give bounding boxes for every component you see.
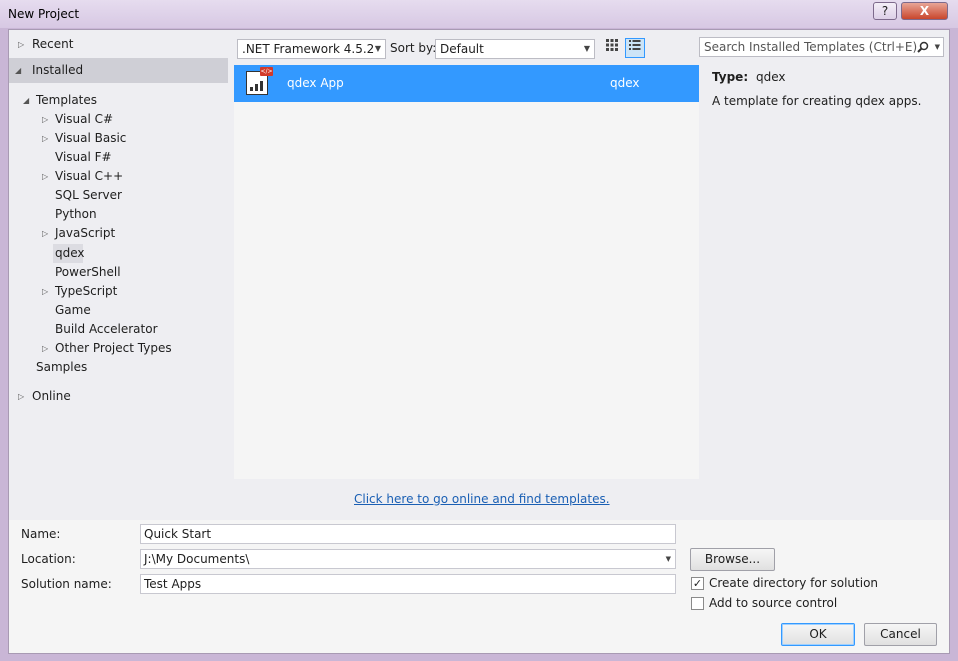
grid-view-icon — [606, 39, 618, 51]
name-field[interactable]: Quick Start — [140, 524, 676, 544]
expand-icon[interactable]: ▷ — [18, 387, 24, 406]
project-form: Name: Quick Start Location: J:\My Docume… — [9, 520, 949, 653]
list-view-icon — [629, 40, 641, 50]
tree-item-visual-csharp[interactable]: Visual C# — [55, 110, 113, 129]
help-button[interactable]: ? — [873, 2, 897, 20]
tree-item-visual-basic[interactable]: Visual Basic — [55, 129, 126, 148]
template-language: qdex — [610, 76, 640, 90]
window-title: New Project — [8, 7, 80, 21]
create-directory-label: Create directory for solution — [709, 576, 879, 590]
collapse-icon[interactable]: ◢ — [15, 61, 21, 80]
tree-item-build-accelerator[interactable]: Build Accelerator — [55, 320, 158, 339]
tree-item-recent[interactable]: Recent — [32, 35, 73, 54]
source-control-checkbox[interactable] — [691, 597, 704, 610]
new-project-dialog: New Project ? X ▷ Recent ◢ Installed ◢ T… — [0, 0, 958, 661]
chevron-down-icon[interactable]: ▼ — [666, 550, 671, 568]
list-view-button[interactable] — [625, 38, 645, 58]
location-label: Location: — [21, 552, 76, 566]
sort-value: Default — [440, 42, 484, 56]
ok-button[interactable]: OK — [781, 623, 855, 646]
title-bar: New Project ? X — [0, 0, 958, 28]
search-placeholder: Search Installed Templates (Ctrl+E) — [704, 40, 918, 54]
type-label: Type: — [712, 70, 749, 84]
expand-icon[interactable]: ▷ — [18, 35, 24, 54]
expand-icon[interactable]: ▷ — [42, 129, 48, 148]
close-button[interactable]: X — [901, 2, 948, 20]
framework-dropdown[interactable]: .NET Framework 4.5.2 ▼ — [237, 39, 386, 59]
expand-icon[interactable]: ▷ — [42, 110, 48, 129]
small-icons-view-button[interactable] — [602, 38, 622, 58]
online-templates-link[interactable]: Click here to go online and find templat… — [354, 492, 610, 506]
template-details: Type: qdex — [712, 70, 785, 84]
expand-icon[interactable]: ▷ — [42, 224, 48, 243]
tree-item-javascript[interactable]: JavaScript — [55, 224, 115, 243]
tree-item-online[interactable]: Online — [32, 387, 71, 406]
tree-item-templates[interactable]: Templates — [36, 91, 97, 110]
tree-item-installed[interactable]: Installed — [32, 61, 83, 80]
tree-item-game[interactable]: Game — [55, 301, 91, 320]
type-value: qdex — [755, 70, 786, 84]
collapse-icon[interactable]: ◢ — [23, 91, 29, 110]
dialog-body: ▷ Recent ◢ Installed ◢ Templates ▷ Visua… — [8, 29, 950, 654]
tree-item-samples[interactable]: Samples — [36, 358, 87, 377]
tree-item-other-project-types[interactable]: Other Project Types — [55, 339, 172, 358]
tree-item-typescript[interactable]: TypeScript — [55, 282, 117, 301]
search-options-chevron-icon[interactable]: ▼ — [935, 38, 940, 56]
sort-label: Sort by: — [390, 41, 437, 55]
framework-value: .NET Framework 4.5.2 — [242, 42, 375, 56]
code-tag-icon: </> — [260, 67, 273, 76]
location-value: J:\My Documents\ — [144, 552, 250, 566]
chevron-down-icon: ▼ — [374, 44, 381, 53]
solution-name-field[interactable]: Test Apps — [140, 574, 676, 594]
template-tree: ▷ Recent ◢ Installed ◢ Templates ▷ Visua… — [9, 30, 229, 520]
bar-chart-icon — [250, 81, 263, 91]
qdex-app-icon: </> — [246, 67, 273, 95]
search-input[interactable]: Search Installed Templates (Ctrl+E) ▼ — [699, 37, 944, 57]
template-name: qdex App — [287, 76, 344, 90]
browse-button[interactable]: Browse... — [690, 548, 775, 571]
solution-name-label: Solution name: — [21, 577, 112, 591]
tree-item-python[interactable]: Python — [55, 205, 97, 224]
expand-icon[interactable]: ▷ — [42, 167, 48, 186]
tree-item-visual-cpp[interactable]: Visual C++ — [55, 167, 123, 186]
expand-icon[interactable]: ▷ — [42, 282, 48, 301]
chevron-down-icon: ▼ — [583, 44, 590, 53]
location-field[interactable]: J:\My Documents\ ▼ — [140, 549, 676, 569]
search-icon[interactable] — [917, 41, 929, 53]
create-directory-checkbox[interactable]: ✓ — [691, 577, 704, 590]
list-item[interactable]: </> qdex App qdex — [234, 65, 699, 102]
tree-item-qdex[interactable]: qdex — [55, 244, 85, 263]
source-control-label: Add to source control — [709, 596, 838, 610]
template-list: </> qdex App qdex — [234, 65, 699, 479]
tree-item-powershell[interactable]: PowerShell — [55, 263, 121, 282]
template-description: A template for creating qdex apps. — [712, 94, 922, 108]
name-label: Name: — [21, 527, 61, 541]
tree-item-sql-server[interactable]: SQL Server — [55, 186, 122, 205]
expand-icon[interactable]: ▷ — [42, 339, 48, 358]
cancel-button[interactable]: Cancel — [864, 623, 937, 646]
tree-item-visual-fsharp[interactable]: Visual F# — [55, 148, 112, 167]
sort-dropdown[interactable]: Default ▼ — [435, 39, 595, 59]
